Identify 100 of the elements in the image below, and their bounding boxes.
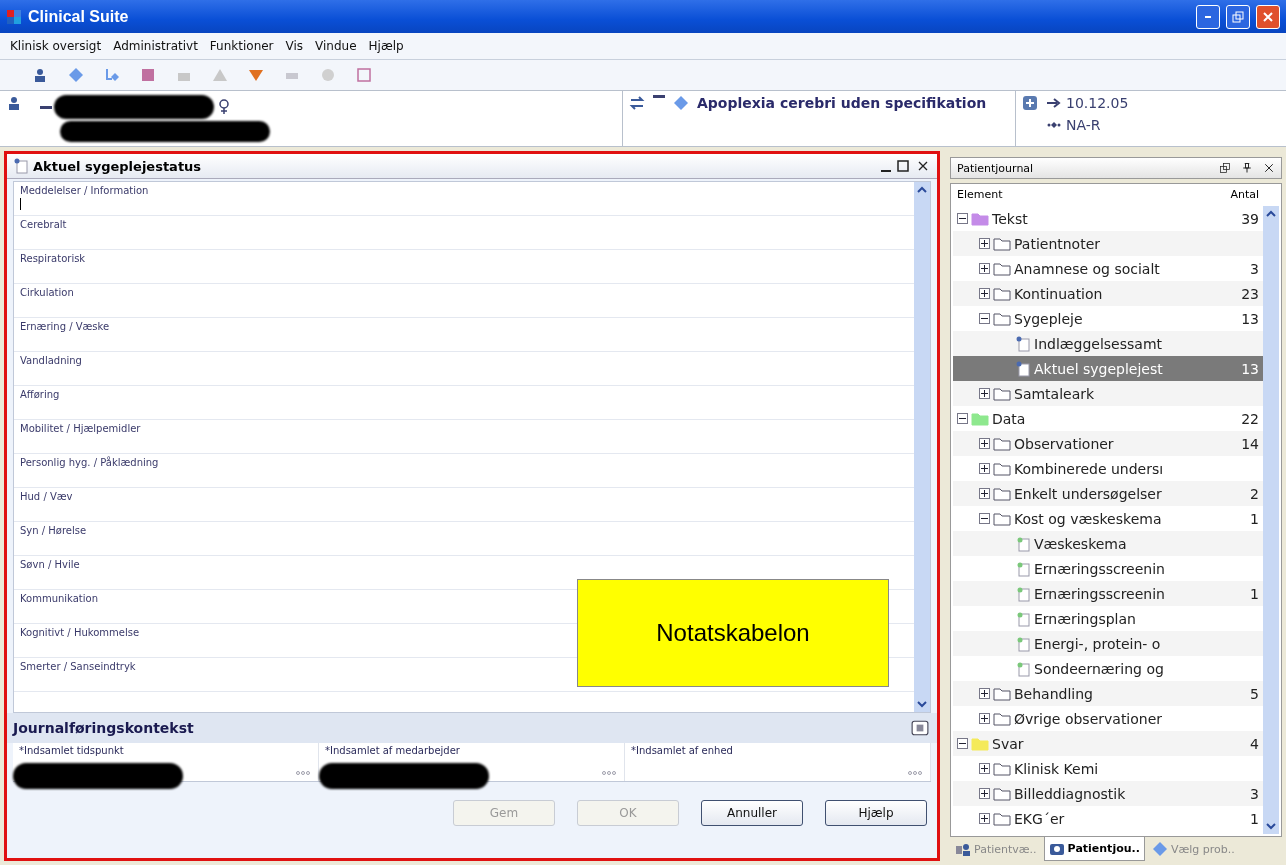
document-icon: [1015, 610, 1031, 627]
section-label: Vandladning: [20, 355, 82, 366]
count-label: 22: [1240, 410, 1260, 427]
section-label: Mobilitet / Hjælpemidler: [20, 423, 141, 434]
count-label: 2: [1249, 485, 1260, 502]
app-logo-icon: [6, 8, 22, 25]
form-icon: [909, 719, 931, 737]
tree-item[interactable]: Data 22: [953, 406, 1263, 431]
minus-icon[interactable]: [40, 105, 52, 109]
tree-item[interactable]: Væskeskema: [953, 531, 1263, 556]
tree-item-label: Kombinerede undersı: [1014, 460, 1164, 477]
tree-item[interactable]: Ernæringsplan: [953, 606, 1263, 631]
count-label: 3: [1249, 785, 1260, 802]
person-icon: [6, 95, 22, 111]
funnel-icon[interactable]: [248, 67, 264, 83]
dialog-button[interactable]: Annuller: [701, 800, 803, 826]
tree-item[interactable]: Billeddiagnostik 3: [953, 781, 1263, 806]
tree-item-label: Billeddiagnostik: [1014, 785, 1126, 802]
expand-icon[interactable]: [979, 713, 990, 724]
tree-item-label: Væskeskema: [1034, 535, 1127, 552]
expand-icon[interactable]: [979, 688, 990, 699]
tree-item[interactable]: Patientnoter: [953, 231, 1263, 256]
expand-icon[interactable]: [979, 463, 990, 474]
tree-item[interactable]: Øvrige observationer: [953, 706, 1263, 731]
tree-item-label: Kost og væskeskema: [1014, 510, 1162, 527]
document-icon: [1015, 560, 1031, 577]
section-label: Ernæring / Væske: [20, 321, 110, 332]
diamond-icon: [1151, 841, 1168, 857]
restore-icon: [1232, 10, 1244, 23]
panel-title: Patientjournal: [957, 161, 1034, 175]
tree-item[interactable]: Observationer 14: [953, 431, 1263, 456]
tree-item-label: Kontinuation: [1014, 285, 1103, 302]
document-icon: [1015, 585, 1031, 602]
tree-item-label: Energi-, protein- o: [1034, 635, 1161, 652]
field-label: *Indsamlet af medarbejder: [325, 745, 460, 756]
document-icon: [13, 158, 29, 174]
tree-item[interactable]: Kombinerede undersı: [953, 456, 1263, 481]
tree-item[interactable]: Kost og væskeskema 1: [953, 506, 1263, 531]
expand-icon[interactable]: [979, 788, 990, 799]
tree-item[interactable]: Indlæggelsessamt: [953, 331, 1263, 356]
tab[interactable]: Patientjou..: [1043, 837, 1145, 861]
field-label: *Indsamlet af enhed: [631, 745, 733, 756]
collapse-icon[interactable]: [957, 738, 968, 749]
tree-item[interactable]: Ernæringsscreenin: [953, 556, 1263, 581]
menu-item[interactable]: Vindue: [315, 39, 357, 53]
diamond-icon[interactable]: [68, 67, 84, 83]
tree-item[interactable]: Kontinuation 23: [953, 281, 1263, 306]
collapse-icon[interactable]: [979, 313, 990, 324]
tree-item[interactable]: Tekst 39: [953, 206, 1263, 231]
expand-icon[interactable]: [979, 388, 990, 399]
count-label: 5: [1249, 685, 1260, 702]
tree-item[interactable]: Sygepleje 13: [953, 306, 1263, 331]
link-icon[interactable]: [104, 67, 120, 83]
menu-item[interactable]: Administrativt: [113, 39, 198, 53]
menu-item[interactable]: Klinisk oversigt: [10, 39, 102, 53]
section-label: Meddelelser / Information: [20, 185, 149, 196]
tree-item[interactable]: Ernæringsscreenin 1: [953, 581, 1263, 606]
count-label: 1: [1249, 510, 1260, 527]
tree-item[interactable]: Energi-, protein- o: [953, 631, 1263, 656]
collapse-icon[interactable]: [957, 213, 968, 224]
expand-icon[interactable]: [979, 488, 990, 499]
expand-icon[interactable]: [979, 763, 990, 774]
expand-icon[interactable]: [979, 238, 990, 249]
minimize-button[interactable]: [1196, 4, 1220, 29]
expand-icon[interactable]: [979, 263, 990, 274]
menu-item[interactable]: Hjælp: [368, 39, 404, 53]
unit-label: NA-R: [1066, 117, 1101, 133]
menu-item[interactable]: Funktioner: [209, 39, 274, 53]
collapse-icon[interactable]: [979, 513, 990, 524]
expand-icon[interactable]: [979, 288, 990, 299]
tree-item[interactable]: Enkelt undersøgelser 2: [953, 481, 1263, 506]
restore-button[interactable]: [1226, 4, 1250, 29]
section-label: Hud / Væv: [20, 491, 73, 502]
tree-item[interactable]: Sondeernæring og: [953, 656, 1263, 681]
expand-icon[interactable]: [979, 438, 990, 449]
section-label: Smerter / Sanseindtryk: [20, 661, 136, 672]
tree-item[interactable]: Samtaleark: [953, 381, 1263, 406]
close-icon: [1263, 162, 1275, 174]
scrollbar[interactable]: [1263, 206, 1279, 834]
tree-item-label: Data: [992, 410, 1026, 427]
person-icon[interactable]: [32, 67, 48, 83]
dialog-button[interactable]: Hjælp: [825, 800, 927, 826]
tree-item-label: Svar: [992, 735, 1024, 752]
scrollbar[interactable]: [914, 182, 930, 712]
tree-item[interactable]: Svar 4: [953, 731, 1263, 756]
collapse-icon[interactable]: [957, 413, 968, 424]
column-header: Element: [957, 188, 1003, 203]
tree-item[interactable]: Anamnese og socialt 3: [953, 256, 1263, 281]
square-icon[interactable]: [140, 67, 156, 83]
float-icon: [1219, 162, 1231, 174]
tree-item[interactable]: Behandling 5: [953, 681, 1263, 706]
menu-item[interactable]: Vis: [285, 39, 304, 53]
people-icon: [955, 841, 971, 857]
tree-item[interactable]: Aktuel sygeplejest 13: [953, 356, 1263, 381]
tree-item[interactable]: EKG´er 1: [953, 806, 1263, 831]
tree-item[interactable]: Klinisk Kemi: [953, 756, 1263, 781]
close-button[interactable]: [1256, 4, 1280, 29]
tree-item-label: Sygepleje: [1014, 310, 1083, 327]
expand-icon[interactable]: [979, 813, 990, 824]
count-label: 14: [1240, 435, 1260, 452]
